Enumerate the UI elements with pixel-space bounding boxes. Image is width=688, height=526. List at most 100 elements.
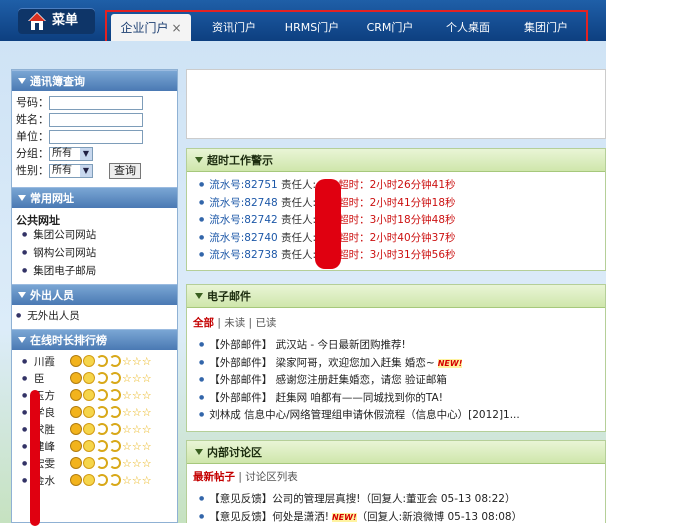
- link-group-mail[interactable]: 集团电子邮局: [12, 262, 177, 280]
- close-icon[interactable]: ×: [171, 21, 181, 35]
- section-title: 外出人员: [30, 289, 74, 302]
- serial-number: 流水号:82748: [209, 196, 278, 209]
- alert-header[interactable]: 超时工作警示: [187, 149, 605, 172]
- star-icon: ☆☆☆: [122, 355, 152, 368]
- discussion-panel: 内部讨论区 最新帖子 | 讨论区列表 【意见反馈】公司的管理层真搜!（回复人:董…: [186, 440, 606, 523]
- alert-row[interactable]: 流水号:82751 责任人: 超时：2小时26分钟41秒: [187, 176, 605, 194]
- ranking-header[interactable]: 在线时长排行榜: [12, 329, 177, 350]
- outside-header[interactable]: 外出人员: [12, 284, 177, 305]
- post-title: 【意见反馈】何处是潇洒!: [209, 510, 329, 523]
- left-sidebar: 通讯簿查询 号码： 姓名： 单位： 分组： 所有 ▼ 性别： 所有 ▼ 查询 常用网址 公…: [11, 69, 178, 526]
- collapse-icon: [195, 293, 203, 299]
- sun-icon: [83, 423, 95, 435]
- group-label: 分组：: [16, 147, 49, 160]
- moon-icon: [109, 457, 121, 469]
- tab-hrms-portal[interactable]: HRMS门户: [277, 12, 347, 43]
- star-icon: ☆☆☆: [122, 440, 152, 453]
- tab-group-portal[interactable]: 集团门户: [511, 12, 581, 43]
- moon-icon: [96, 474, 108, 486]
- top-bar: 菜单 企业门户 × 资讯门户 HRMS门户 CRM门户 个人桌面 集团门户: [0, 0, 606, 45]
- post-reply-info: （回复人:新浪微博 05-13 08:08）: [356, 510, 523, 523]
- tab-label: 企业门户: [120, 21, 169, 35]
- link-group-site[interactable]: 集团公司网站: [12, 226, 177, 244]
- email-item[interactable]: 刘林成 信息中心/网络管理组申请休假流程（信息中心）[2012]1...: [187, 406, 605, 424]
- alert-list: 流水号:82751 责任人: 超时：2小时26分钟41秒 流水号:82748 责任…: [187, 172, 605, 264]
- section-title: 常用网址: [30, 192, 74, 205]
- tab-personal-desktop[interactable]: 个人桌面: [433, 12, 503, 43]
- section-title: 超时工作警示: [207, 154, 273, 167]
- filter-latest-posts[interactable]: 最新帖子: [193, 471, 235, 483]
- alert-row[interactable]: 流水号:82738 责任人: 超时：3小时31分钟56秒: [187, 246, 605, 264]
- menu-label: 菜单: [52, 13, 79, 28]
- links-subtitle: 公共网址: [16, 214, 60, 227]
- star-icon: ☆☆☆: [122, 457, 152, 470]
- responsible: 责任人:: [281, 179, 317, 191]
- responsible: 责任人:: [281, 196, 317, 209]
- redaction-mark: [30, 390, 40, 526]
- rank-name[interactable]: 川霞: [34, 354, 70, 371]
- discussion-header[interactable]: 内部讨论区: [187, 441, 605, 464]
- redaction-mark: [315, 179, 341, 269]
- crown-icon: [70, 406, 82, 418]
- filter-all[interactable]: 全部: [193, 317, 214, 329]
- sun-icon: [83, 406, 95, 418]
- moon-icon: [109, 389, 121, 401]
- email-item[interactable]: 【外部邮件】 梁家阿哥，欢迎您加入赶集 婚恋~NEW!: [187, 354, 605, 372]
- overtime: 超时：3小时18分钟48秒: [338, 214, 456, 226]
- gender-select[interactable]: 所有 ▼: [49, 164, 93, 178]
- star-icon: ☆☆☆: [122, 423, 152, 436]
- rank-name[interactable]: 臣: [34, 371, 70, 388]
- section-title: 内部讨论区: [207, 446, 262, 459]
- moon-icon: [96, 389, 108, 401]
- post-item[interactable]: 【意见反馈】公司的管理层真搜!（回复人:董亚会 05-13 08:22）: [187, 490, 605, 508]
- email-subject: 【外部邮件】 感谢您注册赶集婚恋，请您 验证邮箱: [209, 374, 447, 386]
- tab-news-portal[interactable]: 资讯门户: [199, 12, 269, 43]
- email-item[interactable]: 【外部邮件】 赶集网 咱都有——同城找到你的TA!: [187, 389, 605, 407]
- filter-forum-list[interactable]: 讨论区列表: [245, 471, 298, 483]
- directory-header[interactable]: 通讯簿查询: [12, 70, 177, 91]
- gender-value: 所有: [52, 165, 72, 176]
- serial-number: 流水号:82738: [209, 249, 278, 261]
- new-badge: NEW!: [437, 358, 463, 368]
- sun-icon: [83, 440, 95, 452]
- filter-unread[interactable]: 未读: [224, 317, 245, 329]
- email-item[interactable]: 【外部邮件】 武汉站 - 今日最新团购推荐!: [187, 336, 605, 354]
- email-list: 【外部邮件】 武汉站 - 今日最新团购推荐! 【外部邮件】 梁家阿哥，欢迎您加入…: [187, 333, 605, 424]
- tab-enterprise-portal[interactable]: 企业门户 ×: [111, 14, 191, 43]
- overtime: 超时：2小时41分钟18秒: [338, 196, 456, 209]
- tab-label: 资讯门户: [212, 21, 256, 34]
- links-header[interactable]: 常用网址: [12, 187, 177, 208]
- responsible: 责任人:: [281, 249, 317, 261]
- group-value: 所有: [52, 148, 72, 159]
- new-badge: NEW!: [331, 512, 357, 522]
- email-subject: 【外部邮件】 武汉站 - 今日最新团购推荐!: [209, 339, 406, 351]
- menu-button[interactable]: 菜单: [18, 8, 95, 34]
- unit-input[interactable]: [49, 130, 143, 144]
- moon-icon: [109, 423, 121, 435]
- filter-read[interactable]: 已读: [255, 317, 276, 329]
- search-button[interactable]: 查询: [109, 163, 141, 179]
- collapse-icon: [18, 292, 26, 298]
- email-header[interactable]: 电子邮件: [187, 285, 605, 308]
- directory-form: 号码： 姓名： 单位： 分组： 所有 ▼ 性别： 所有 ▼ 查询: [12, 91, 177, 179]
- link-steel-site[interactable]: 钢构公司网站: [12, 244, 177, 262]
- tab-crm-portal[interactable]: CRM门户: [355, 12, 425, 43]
- collapse-icon: [18, 337, 26, 343]
- email-item[interactable]: 【外部邮件】 感谢您注册赶集婚恋，请您 验证邮箱: [187, 371, 605, 389]
- empty-panel: [186, 69, 606, 139]
- discussion-list: 【意见反馈】公司的管理层真搜!（回复人:董亚会 05-13 08:22） 【意见…: [187, 487, 605, 525]
- overtime: 超时：2小时26分钟41秒: [338, 179, 456, 191]
- crown-icon: [70, 355, 82, 367]
- moon-icon: [96, 355, 108, 367]
- collapse-icon: [195, 157, 203, 163]
- number-input[interactable]: [49, 96, 143, 110]
- alert-row[interactable]: 流水号:82748 责任人: 超时：2小时41分钟18秒: [187, 194, 605, 212]
- post-item[interactable]: 【意见反馈】何处是潇洒!NEW!（回复人:新浪微博 05-13 08:08）: [187, 508, 605, 526]
- group-select[interactable]: 所有 ▼: [49, 147, 93, 161]
- alert-row[interactable]: 流水号:82742 责任人: 超时：3小时18分钟48秒: [187, 211, 605, 229]
- serial-number: 流水号:82742: [209, 214, 278, 226]
- alert-row[interactable]: 流水号:82740 责任人: 超时：2小时40分钟37秒: [187, 229, 605, 247]
- email-filters: 全部 | 未读 | 已读: [193, 317, 277, 329]
- gender-row: 性别： 所有 ▼ 查询: [12, 162, 177, 179]
- name-input[interactable]: [49, 113, 143, 127]
